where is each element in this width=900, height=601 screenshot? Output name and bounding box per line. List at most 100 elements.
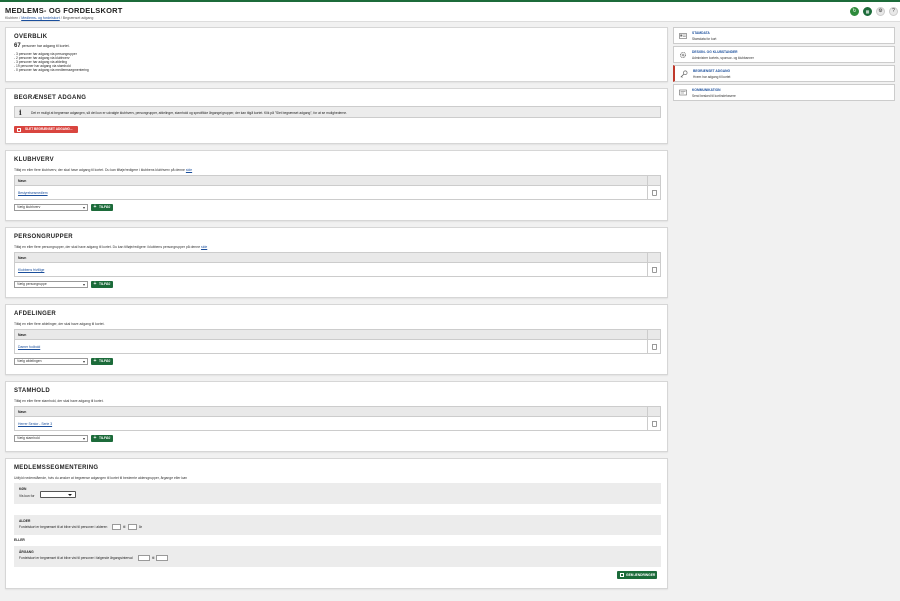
gender-label: Vis kun for — [19, 493, 35, 498]
overview-title: OVERBLIK — [14, 34, 48, 40]
column-header-name: Navn — [18, 333, 27, 337]
id-card-icon — [679, 33, 687, 39]
sidebar-item-stamdata[interactable]: STAMDATA Stamdata for kort — [673, 27, 895, 44]
trash-icon[interactable] — [652, 421, 657, 427]
afdeling-select[interactable]: Vælg afdelingen — [14, 358, 88, 365]
chevron-down-icon — [83, 207, 85, 209]
row-link[interactable]: Bestyrelsesmedlem — [18, 191, 48, 195]
list-item: - 0 personer har adgang via medlemssegme… — [14, 68, 89, 73]
trash-icon[interactable] — [652, 267, 657, 273]
sidebar-item-title: BEGRÆNSET ADGANG — [693, 69, 731, 73]
or-label: ELLER — [14, 538, 25, 542]
refresh-icon[interactable]: ↻ — [850, 7, 859, 16]
trash-icon — [17, 127, 21, 132]
overview-card: OVERBLIK 67 personer har adgang til kort… — [5, 27, 668, 82]
sidebar-item-desc: Administrer kortets, sponsor- og klubban… — [692, 56, 754, 60]
overview-list: - 3 personer har adgang via persongruppe… — [14, 52, 89, 72]
sidebar-item-communication[interactable]: KOMMUNIKATION Send besked til kortindeha… — [673, 84, 895, 101]
plus-icon: + — [93, 435, 97, 441]
restricted-access-card: BEGRÆNSET ADGANG i Det er muligt at begr… — [5, 88, 668, 144]
year-to-input[interactable] — [156, 555, 168, 561]
section-title: KLUBHVERV — [14, 157, 54, 163]
klubhverv-select[interactable]: Vælg klubhverv — [14, 204, 88, 211]
breadcrumb-home[interactable]: Klubben — [5, 16, 18, 20]
add-stamhold-button[interactable]: + TILFØJ — [91, 435, 113, 442]
add-klubhverv-button[interactable]: + TILFØJ — [91, 204, 113, 211]
gender-title: KØN — [19, 487, 27, 491]
help-icon[interactable]: ? — [889, 7, 898, 16]
section-desc: Tilføj en eller flere afdelinger, der sk… — [14, 322, 105, 326]
delete-restricted-access-button[interactable]: SLET BEGRÆNSET ADGANG... — [14, 126, 78, 133]
section-link[interactable]: side — [201, 245, 207, 249]
row-link[interactable]: Herrer Senior - Serie 3 — [18, 422, 52, 426]
column-header-name: Navn — [18, 256, 27, 260]
persongrupper-table: Navn Klubbens frivillige — [14, 252, 661, 277]
year-title: ÅRGANG — [19, 550, 34, 554]
year-box: ÅRGANG Fordelskort er begrænset til at b… — [14, 546, 661, 567]
message-icon — [679, 89, 687, 96]
klubhverv-card: KLUBHVERV Tilføj en eller flere klubhver… — [5, 150, 668, 221]
column-header-name: Navn — [18, 410, 27, 414]
sidebar-item-design[interactable]: DESIGN- OG KLUBSTANDER Administrer korte… — [673, 46, 895, 63]
top-bar: MEDLEMS- OG FORDELSKORT Klubben / Medlem… — [0, 0, 900, 22]
table-row: Damer fodbold — [15, 340, 660, 353]
info-box: i Det er muligt at begrænse adgangen, så… — [14, 106, 661, 118]
age-to-label: til — [123, 525, 126, 529]
section-link[interactable]: side — [186, 168, 192, 172]
gear-icon — [680, 52, 686, 58]
plus-icon: + — [93, 204, 97, 210]
plus-icon: + — [93, 281, 97, 287]
segmentation-card: MEDLEMSSEGMENTERING Udfyld nedenstående,… — [5, 458, 668, 589]
grid-icon[interactable]: ▦ — [863, 7, 872, 16]
settings-icon[interactable]: ⚙ — [876, 7, 885, 16]
breadcrumb-current: Begrænset adgang — [62, 16, 94, 20]
segmentation-desc: Udfyld nedenstående, hvis du ønsker at b… — [14, 476, 188, 480]
add-persongruppe-button[interactable]: + TILFØJ — [91, 281, 113, 288]
table-row: Bestyrelsesmedlem — [15, 186, 660, 199]
trash-icon[interactable] — [652, 190, 657, 196]
gender-box: KØN Vis kun for — [14, 483, 661, 504]
sidebar-item-restricted-access[interactable]: BEGRÆNSET ADGANG Hvem har adgang til kor… — [673, 65, 895, 82]
age-from-input[interactable] — [112, 524, 121, 530]
age-title: ALDER — [19, 519, 31, 523]
section-title: AFDELINGER — [14, 311, 56, 317]
section-desc: Tilføj en eller flere persongrupper, der… — [14, 245, 208, 249]
segmentation-title: MEDLEMSSEGMENTERING — [14, 465, 99, 471]
age-text: Fordelskort er begrænset til at blive vi… — [19, 525, 108, 529]
sidebar-item-title: DESIGN- OG KLUBSTANDER — [692, 50, 738, 54]
section-title: STAMHOLD — [14, 388, 50, 394]
klubhverv-table: Navn Bestyrelsesmedlem — [14, 175, 661, 200]
breadcrumb-parent[interactable]: Medlems- og fordelskort — [21, 16, 60, 20]
afdelinger-card: AFDELINGER Tilføj en eller flere afdelin… — [5, 304, 668, 375]
chevron-down-icon — [83, 284, 85, 286]
persongrupper-card: PERSONGRUPPER Tilføj en eller flere pers… — [5, 227, 668, 298]
save-changes-button[interactable]: GEM ÆNDRINGER — [617, 571, 657, 579]
stamhold-table: Navn Herrer Senior - Serie 3 — [14, 406, 661, 431]
gender-select[interactable] — [40, 491, 76, 498]
section-title: PERSONGRUPPER — [14, 234, 73, 240]
overview-count: 67 personer har adgang til kortet. — [14, 43, 70, 49]
table-row: Klubbens frivillige — [15, 263, 660, 276]
persongruppe-select[interactable]: Vælg persongruppe — [14, 281, 88, 288]
year-from-input[interactable] — [138, 555, 150, 561]
column-header-name: Navn — [18, 179, 27, 183]
sidebar-item-desc: Hvem har adgang til kortet — [693, 75, 731, 79]
info-icon: i — [19, 108, 22, 117]
page-title: MEDLEMS- OG FORDELSKORT — [5, 6, 123, 15]
sidebar-item-title: STAMDATA — [692, 31, 710, 35]
sidebar-item-title: KOMMUNIKATION — [692, 88, 721, 92]
afdelinger-table: Navn Damer fodbold — [14, 329, 661, 354]
section-desc: Tilføj en eller flere stamhold, der skal… — [14, 399, 104, 403]
row-link[interactable]: Klubbens frivillige — [18, 268, 44, 272]
row-link[interactable]: Damer fodbold — [18, 345, 40, 349]
restricted-title: BEGRÆNSET ADGANG — [14, 95, 87, 101]
chevron-down-icon — [68, 494, 72, 496]
sidebar-item-desc: Send besked til kortindehavere — [692, 94, 736, 98]
key-icon — [680, 70, 688, 78]
year-text: Fordelskort er begrænset til at blive vi… — [19, 556, 133, 560]
age-to-input[interactable] — [128, 524, 137, 530]
trash-icon[interactable] — [652, 344, 657, 350]
stamhold-select[interactable]: Vælg stamhold — [14, 435, 88, 442]
add-afdeling-button[interactable]: + TILFØJ — [91, 358, 113, 365]
section-desc: Tilføj en eller flere klubhverv, der ska… — [14, 168, 193, 172]
